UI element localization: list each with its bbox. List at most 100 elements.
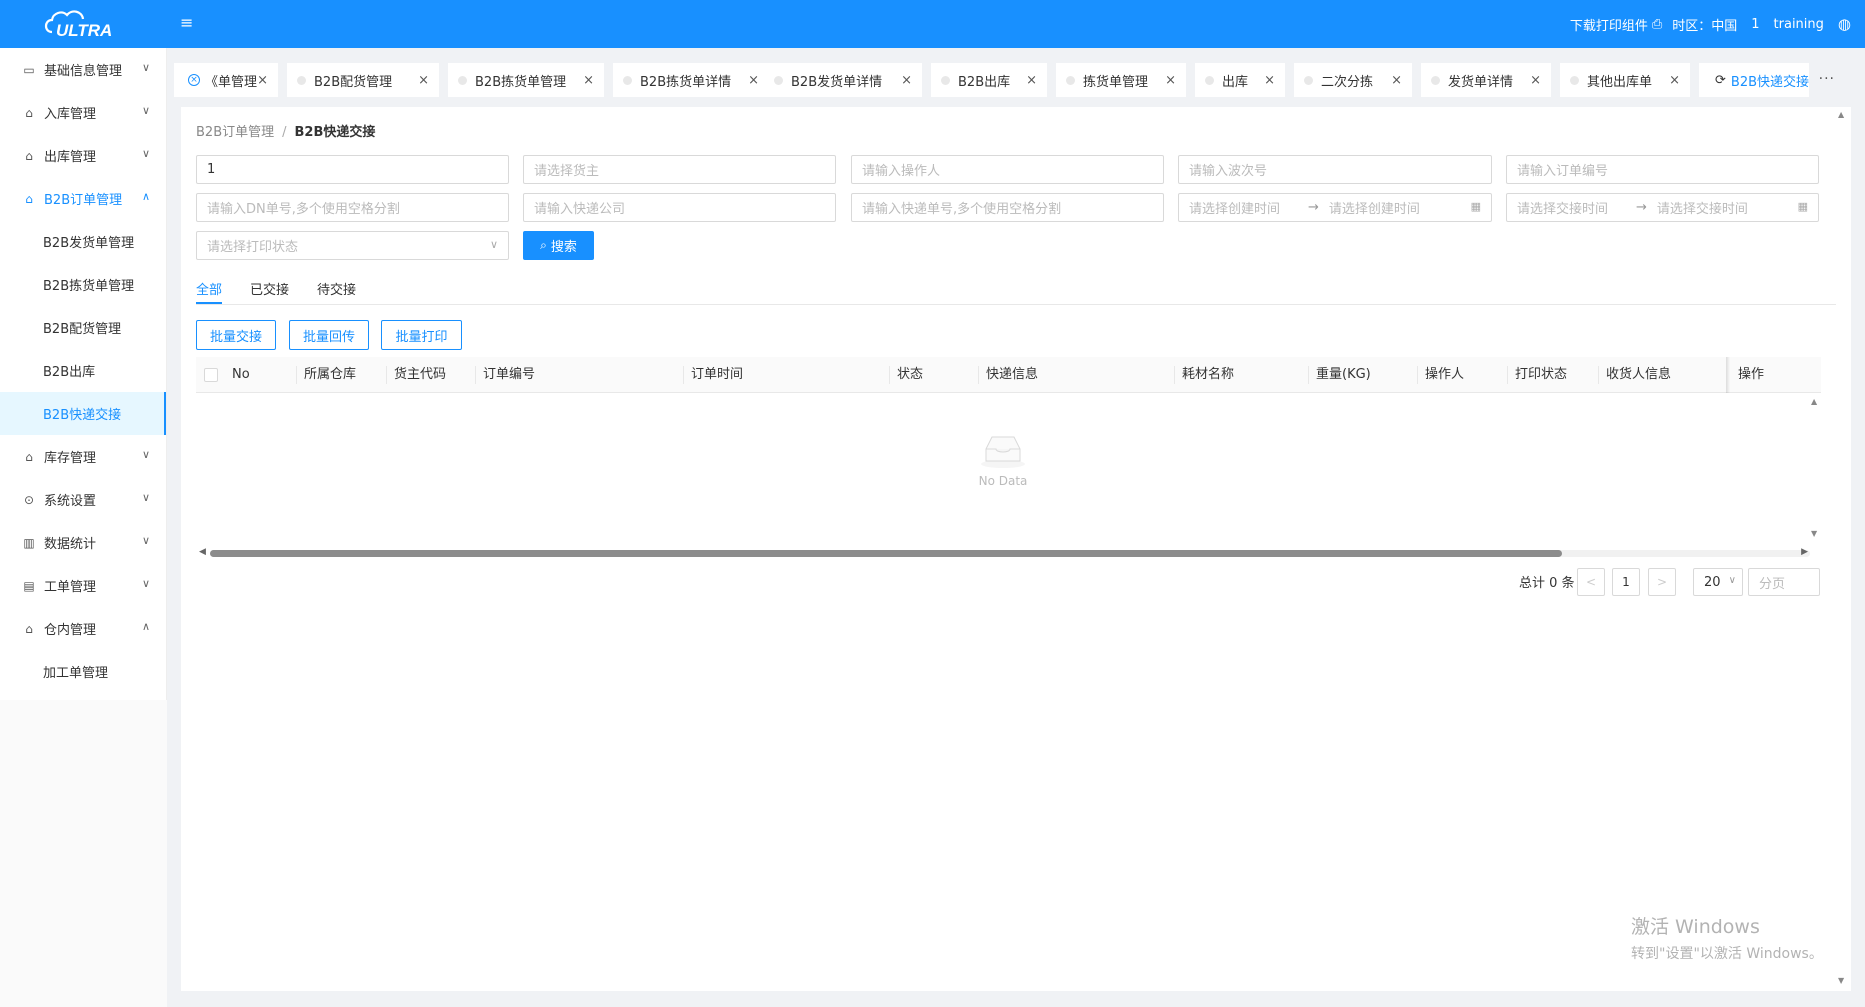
tab-b2b-picking-detail[interactable]: B2B拣货单详情 ×	[613, 63, 769, 97]
refresh-icon[interactable]: ⟳	[1715, 73, 1726, 88]
express-no-input[interactable]: 请输入快递单号,多个使用空格分割	[851, 193, 1164, 222]
order-placeholder: 请输入订单编号	[1517, 164, 1609, 179]
keyword-input[interactable]: 1	[196, 155, 509, 184]
printer-icon[interactable]: ⎙	[1652, 17, 1662, 32]
table-scroll-down-icon[interactable]: ▼	[1811, 529, 1817, 538]
tab-all[interactable]: 全部	[196, 279, 222, 298]
batch-return-button[interactable]: 批量回传	[289, 320, 369, 350]
sidebar-item-inventory[interactable]: ⌂ 库存管理 ∨	[0, 435, 166, 478]
tab-pending-handover[interactable]: 待交接	[317, 279, 356, 298]
page-scroll-down-icon[interactable]: ▼	[1838, 976, 1844, 985]
select-all-checkbox[interactable]	[204, 368, 218, 382]
keyword-value: 1	[207, 162, 216, 177]
sidebar-sub-b2b-outbound[interactable]: B2B出库	[0, 349, 166, 392]
workorder-icon: ▤	[23, 578, 35, 593]
sidebar-item-warehouse[interactable]: ⌂ 仓内管理 ∧	[0, 607, 166, 650]
dn-no-input[interactable]: 请输入DN单号,多个使用空格分割	[196, 193, 509, 222]
settings-icon: ⊙	[23, 492, 35, 507]
sidebar-item-statistics[interactable]: ▥ 数据统计 ∨	[0, 521, 166, 564]
page-jump-placeholder: 分页	[1759, 576, 1786, 592]
close-icon[interactable]: ×	[1165, 73, 1176, 88]
batch-handover-button[interactable]: 批量交接	[196, 320, 276, 350]
top-header: ULTRA ≡ 下载打印组件 ⎙ 时区：中国 1 training ◍	[0, 0, 1865, 48]
sidebar-sub-b2b-express-handover[interactable]: B2B快递交接	[0, 392, 166, 435]
tab-b2b-allocation[interactable]: B2B配货管理 ×	[287, 63, 439, 97]
scroll-right-icon[interactable]: ▶	[1801, 547, 1808, 557]
tab-order-manage[interactable]: × 《单管理 ×	[174, 63, 278, 97]
express-company-placeholder: 请输入快递公司	[534, 202, 626, 217]
tab-secondary-sorting[interactable]: 二次分拣 ×	[1294, 63, 1412, 97]
prev-page-button[interactable]: <	[1577, 568, 1605, 596]
page-scroll-up-icon[interactable]: ▲	[1838, 110, 1844, 119]
sidebar-item-basic-info[interactable]: ▭ 基础信息管理 ∨	[0, 48, 166, 91]
tab-b2b-outbound[interactable]: B2B出库 ×	[931, 63, 1047, 97]
table-scroll-up-icon[interactable]: ▲	[1811, 397, 1817, 406]
close-icon[interactable]: ×	[1026, 73, 1037, 88]
scroll-thumb[interactable]	[210, 550, 1562, 557]
close-icon[interactable]: ×	[1391, 73, 1402, 88]
close-icon[interactable]: ×	[1530, 73, 1541, 88]
tab-label: B2B拣货单详情	[640, 74, 732, 90]
close-icon[interactable]: ×	[418, 73, 429, 88]
tab-b2b-picking[interactable]: B2B拣货单管理 ×	[448, 63, 604, 97]
chart-icon: ▥	[23, 535, 35, 550]
user-name[interactable]: training	[1774, 17, 1824, 32]
more-tabs-icon[interactable]: ···	[1819, 71, 1835, 87]
close-icon[interactable]: ×	[1264, 73, 1275, 88]
page-size-select[interactable]: 20 ∨	[1693, 568, 1743, 596]
sidebar-sub-b2b-delivery[interactable]: B2B发货单管理	[0, 220, 166, 263]
close-icon[interactable]: ×	[748, 73, 759, 88]
ultra-logo[interactable]: ULTRA	[42, 6, 122, 42]
windows-activation-watermark: 激活 Windows 转到"设置"以激活 Windows。	[1631, 912, 1823, 963]
column-divider	[296, 366, 297, 384]
page-jump-input[interactable]: 分页	[1748, 568, 1820, 596]
sidebar-item-workorder[interactable]: ▤ 工单管理 ∨	[0, 564, 166, 607]
tab-dot	[774, 75, 783, 85]
scroll-left-icon[interactable]: ◀	[199, 547, 206, 557]
tab-b2b-delivery-detail[interactable]: B2B发货单详情 ×	[764, 63, 922, 97]
sidebar-item-outbound[interactable]: ⌂ 出库管理 ∨	[0, 134, 166, 177]
close-icon[interactable]: ×	[257, 73, 268, 88]
column-header-operator: 操作人	[1425, 367, 1465, 382]
tab-b2b-express-handover[interactable]: ⟳ B2B快递交接	[1699, 63, 1809, 97]
header-right: 下载打印组件 ⎙ 时区：中国 1 training ◍	[1560, 0, 1851, 48]
table-horizontal-scrollbar[interactable]: ◀ ▶	[196, 547, 1826, 559]
dn-placeholder: 请输入DN单号,多个使用空格分割	[207, 202, 400, 217]
close-icon[interactable]: ×	[1669, 73, 1680, 88]
sidebar-item-inbound[interactable]: ⌂ 入库管理 ∨	[0, 91, 166, 134]
timezone-label[interactable]: 时区：中国	[1672, 15, 1737, 34]
sidebar-sub-processing-order[interactable]: 加工单管理	[0, 650, 166, 693]
page-number-1[interactable]: 1	[1612, 568, 1640, 596]
tab-outbound[interactable]: 出库 ×	[1195, 63, 1285, 97]
tab-other-outbound[interactable]: 其他出库单 ×	[1560, 63, 1690, 97]
search-button[interactable]: ⌕ 搜索	[523, 231, 594, 260]
menu-icon[interactable]: ≡	[180, 14, 198, 32]
chevron-down-icon: ∨	[141, 491, 150, 504]
tab-delivery-detail[interactable]: 发货单详情 ×	[1421, 63, 1551, 97]
create-time-range[interactable]: 请选择创建时间 → 请选择创建时间 ▦	[1178, 193, 1492, 222]
column-header-material: 耗材名称	[1182, 367, 1235, 382]
operator-input[interactable]: 请输入操作人	[851, 155, 1164, 184]
sidebar-sub-b2b-allocation[interactable]: B2B配货管理	[0, 306, 166, 349]
wave-no-input[interactable]: 请输入波次号	[1178, 155, 1492, 184]
tab-dot	[1066, 75, 1075, 85]
express-company-input[interactable]: 请输入快递公司	[523, 193, 836, 222]
print-status-select[interactable]: 请选择打印状态 ∨	[196, 231, 509, 260]
owner-select[interactable]: 请选择货主	[523, 155, 836, 184]
batch-print-button[interactable]: 批量打印	[381, 320, 462, 350]
close-circle-icon[interactable]: ×	[188, 74, 200, 86]
tab-label: 《单管理	[205, 74, 258, 90]
sidebar-item-b2b-order[interactable]: ⌂ B2B订单管理 ∧	[0, 177, 166, 220]
sidebar-item-settings[interactable]: ⊙ 系统设置 ∨	[0, 478, 166, 521]
print-component-link[interactable]: 下载打印组件	[1570, 15, 1648, 34]
tab-picking-manage[interactable]: 拣货单管理 ×	[1056, 63, 1186, 97]
handover-time-range[interactable]: 请选择交接时间 → 请选择交接时间 ▦	[1506, 193, 1819, 222]
breadcrumb-parent[interactable]: B2B订单管理	[196, 125, 274, 140]
sidebar-sub-b2b-picking[interactable]: B2B拣货单管理	[0, 263, 166, 306]
order-no-input[interactable]: 请输入订单编号	[1506, 155, 1819, 184]
close-icon[interactable]: ×	[901, 73, 912, 88]
tab-handed-over[interactable]: 已交接	[250, 279, 289, 298]
close-icon[interactable]: ×	[583, 73, 594, 88]
next-page-button[interactable]: >	[1648, 568, 1676, 596]
globe-icon[interactable]: ◍	[1838, 15, 1851, 33]
